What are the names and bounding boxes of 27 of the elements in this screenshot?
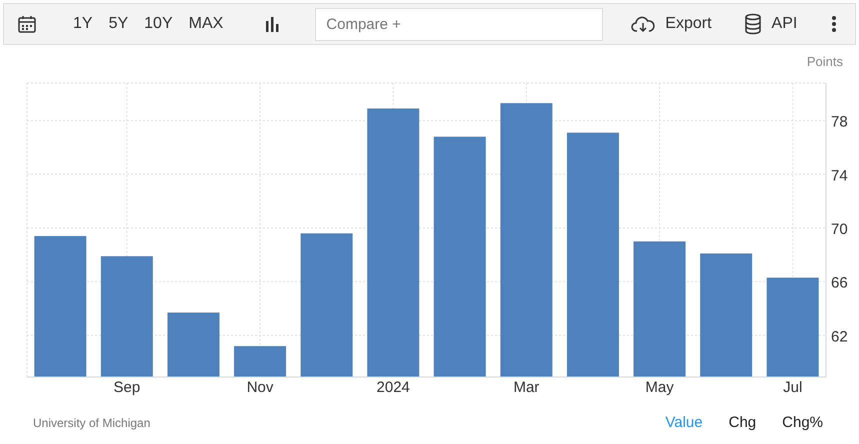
more-options-icon[interactable] (831, 15, 837, 33)
y-axis-label: 78 (831, 114, 848, 131)
y-axis-label: 66 (831, 274, 848, 292)
mode-tab[interactable]: Chg (728, 412, 756, 434)
x-axis-label: Sep (114, 379, 140, 396)
database-icon (744, 13, 762, 35)
range-button[interactable]: 10Y (144, 12, 173, 36)
x-axis-label: Nov (246, 379, 274, 396)
axis-title: Points (806, 54, 843, 69)
x-axis-label: Jul (783, 379, 802, 396)
y-axis-label: 70 (831, 220, 848, 238)
x-axis-label: Mar (513, 379, 540, 396)
mode-tab[interactable]: Chg% (782, 412, 823, 434)
compare-field[interactable]: Compare + (315, 8, 604, 40)
x-axis-label: May (645, 379, 674, 396)
y-axis-label: 74 (831, 167, 848, 184)
calendar-icon[interactable] (16, 13, 38, 35)
bar-chart-icon[interactable] (263, 15, 282, 33)
range-button[interactable]: MAX (188, 12, 224, 36)
export-button[interactable]: Export (631, 12, 712, 36)
range-button[interactable]: 1Y (73, 12, 93, 36)
range-button[interactable]: 5Y (108, 12, 128, 36)
y-axis-label: 62 (831, 328, 848, 346)
x-axis-label: 2024 (376, 379, 410, 396)
api-button[interactable]: API (744, 12, 798, 36)
source-label: University of Michigan (33, 415, 150, 432)
cloud-download-icon (631, 15, 656, 33)
